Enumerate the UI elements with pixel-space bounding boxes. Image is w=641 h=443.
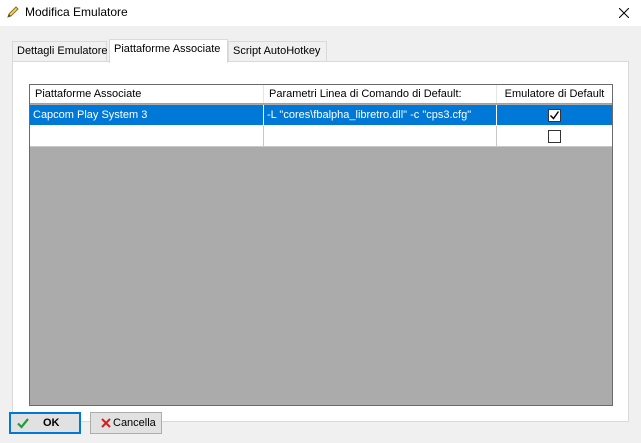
checkmark-icon bbox=[550, 110, 560, 120]
platforms-grid[interactable]: Piattaforme Associate Parametri Linea di… bbox=[29, 84, 613, 406]
default-cell[interactable] bbox=[497, 105, 612, 126]
params-cell[interactable] bbox=[264, 126, 497, 147]
tab-label: Dettagli Emulatore bbox=[17, 45, 108, 57]
close-button[interactable] bbox=[607, 0, 641, 26]
platform-cell[interactable] bbox=[30, 126, 264, 147]
default-checkbox[interactable] bbox=[548, 129, 561, 143]
check-icon bbox=[17, 418, 29, 429]
table-row[interactable] bbox=[30, 126, 612, 147]
pencil-icon bbox=[7, 6, 19, 18]
column-header-default[interactable]: Emulatore di Default bbox=[497, 85, 612, 103]
tab-label: Script AutoHotkey bbox=[233, 45, 321, 57]
default-cell[interactable] bbox=[497, 126, 612, 147]
default-checkbox[interactable] bbox=[548, 108, 561, 122]
close-icon bbox=[619, 8, 629, 18]
column-header-platform[interactable]: Piattaforme Associate bbox=[30, 85, 264, 103]
tab-dettagli-emulatore[interactable]: Dettagli Emulatore bbox=[12, 41, 108, 62]
dialog-body: Dettagli Emulatore Piattaforme Associate… bbox=[0, 26, 641, 443]
table-row[interactable]: Capcom Play System 3 -L "cores\fbalpha_l… bbox=[30, 105, 612, 126]
ok-label: OK bbox=[43, 417, 60, 429]
cancel-label: Cancella bbox=[113, 417, 156, 429]
params-cell[interactable]: -L "cores\fbalpha_libretro.dll" -c "cps3… bbox=[264, 105, 497, 126]
cancel-button[interactable]: Cancella bbox=[90, 412, 162, 434]
platform-cell[interactable]: Capcom Play System 3 bbox=[30, 105, 264, 126]
close-icon bbox=[101, 418, 111, 428]
window-title: Modifica Emulatore bbox=[25, 5, 128, 19]
tab-label: Piattaforme Associate bbox=[114, 43, 221, 55]
grid-header: Piattaforme Associate Parametri Linea di… bbox=[30, 85, 612, 104]
tab-piattaforme-associate[interactable]: Piattaforme Associate bbox=[109, 39, 228, 63]
column-header-params[interactable]: Parametri Linea di Comando di Default: bbox=[264, 85, 497, 103]
tab-script-autohotkey[interactable]: Script AutoHotkey bbox=[228, 41, 327, 62]
title-bar: Modifica Emulatore bbox=[0, 0, 641, 26]
ok-button[interactable]: OK bbox=[9, 412, 81, 434]
tab-page-piattaforme: Piattaforme Associate Parametri Linea di… bbox=[12, 61, 629, 422]
